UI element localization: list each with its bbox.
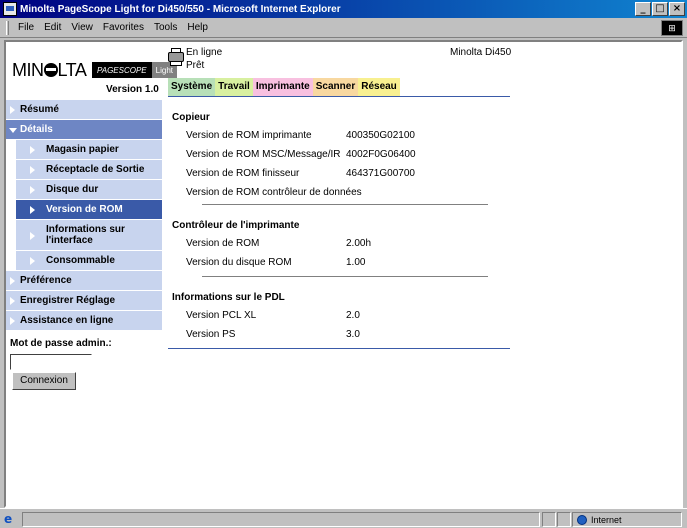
- arrow-right-icon: [30, 146, 35, 154]
- tab-systeme[interactable]: Système: [168, 78, 216, 96]
- row-label: Version de ROM MSC/Message/IR: [186, 149, 341, 160]
- login-button[interactable]: Connexion: [12, 372, 76, 390]
- section-copieur-title: Copieur: [172, 112, 210, 123]
- arrow-right-icon: [10, 297, 15, 305]
- menu-edit[interactable]: Edit: [39, 22, 66, 33]
- arrow-right-icon: [30, 186, 35, 194]
- status-bar: e Internet: [0, 508, 687, 528]
- nav-menu: Résumé Détails Magasin papier Réceptacle…: [6, 100, 162, 331]
- tab-scanner[interactable]: Scanner: [312, 78, 359, 96]
- tab-reseau[interactable]: Réseau: [358, 78, 400, 96]
- arrow-right-icon: [30, 166, 35, 174]
- nav-resume[interactable]: Résumé: [6, 100, 162, 119]
- row-label: Version PCL XL: [186, 310, 257, 321]
- tab-travail[interactable]: Travail: [215, 78, 253, 96]
- title-bar: Minolta PageScope Light for Di450/550 - …: [0, 0, 687, 18]
- row-label: Version du disque ROM: [186, 257, 292, 268]
- menu-view[interactable]: View: [66, 22, 98, 33]
- menu-help[interactable]: Help: [182, 22, 213, 33]
- arrow-right-icon: [30, 206, 35, 214]
- left-panel: MIN LTA PAGESCOPE Light Version 1.0 Résum…: [6, 42, 178, 506]
- nav-informations-interface[interactable]: Informations sur l'interface: [16, 220, 162, 250]
- row-value: 3.0: [346, 329, 360, 340]
- security-zone: Internet: [572, 512, 682, 527]
- menu-file[interactable]: File: [13, 22, 39, 33]
- row-label: Version de ROM imprimante: [186, 130, 312, 141]
- printer-status-icon: [168, 48, 186, 68]
- tab-imprimante[interactable]: Imprimante: [252, 78, 313, 96]
- nav-receptacle-sortie[interactable]: Réceptacle de Sortie: [16, 160, 162, 179]
- row-value: 2.0: [346, 310, 360, 321]
- device-model: Minolta Di450: [450, 47, 512, 58]
- window-title: Minolta PageScope Light for Di450/550 - …: [20, 3, 341, 15]
- nav-consommable[interactable]: Consommable: [16, 251, 162, 270]
- tab-underline: [168, 96, 510, 97]
- row-label: Version de ROM contrôleur de données: [186, 187, 362, 198]
- section-pdl-title: Informations sur le PDL: [172, 292, 285, 303]
- admin-password-label: Mot de passe admin.:: [10, 338, 112, 349]
- nav-assistance-en-ligne[interactable]: Assistance en ligne: [6, 311, 162, 330]
- arrow-right-icon: [10, 317, 15, 325]
- row-label: Version de ROM finisseur: [186, 168, 300, 179]
- status-online: En ligne: [186, 47, 223, 58]
- version-label: Version 1.0: [106, 84, 159, 95]
- ie-window-icon[interactable]: [3, 2, 17, 16]
- pagescope-logo: PAGESCOPE Light: [92, 62, 178, 78]
- section-controleur-title: Contrôleur de l'imprimante: [172, 220, 300, 231]
- row-value: 4002F0G06400: [346, 149, 416, 160]
- row-value: 2.00h: [346, 238, 372, 249]
- arrow-right-icon: [10, 277, 15, 285]
- close-button[interactable]: ×: [669, 2, 685, 16]
- minolta-logo: MIN LTA: [12, 60, 87, 80]
- status-progress-pane: [542, 512, 556, 527]
- browser-content: MIN LTA PAGESCOPE Light Version 1.0 Résum…: [4, 40, 683, 508]
- minimize-button[interactable]: _: [635, 2, 651, 16]
- status-ready: Prêt: [186, 60, 205, 71]
- divider: [202, 204, 488, 205]
- admin-password-input[interactable]: [10, 354, 92, 370]
- nav-disque-dur[interactable]: Disque dur: [16, 180, 162, 199]
- menu-tools[interactable]: Tools: [149, 22, 182, 33]
- menu-bar: File Edit View Favorites Tools Help ⊞: [0, 18, 687, 38]
- nav-details[interactable]: Détails: [6, 120, 162, 139]
- status-lock-pane: [557, 512, 571, 527]
- nav-preference[interactable]: Préférence: [6, 271, 162, 290]
- nav-magasin-papier[interactable]: Magasin papier: [16, 140, 162, 159]
- maximize-button[interactable]: □: [652, 2, 668, 16]
- minolta-o-icon: [43, 63, 58, 77]
- arrow-right-icon: [30, 257, 35, 265]
- window-controls: _ □ ×: [635, 2, 685, 16]
- windows-logo-icon: ⊞: [661, 20, 683, 36]
- globe-icon: [577, 514, 587, 525]
- divider: [202, 276, 488, 277]
- arrow-down-icon: [9, 128, 17, 133]
- row-value: 464371G00700: [346, 168, 415, 179]
- row-value: 400350G02100: [346, 130, 415, 141]
- bottom-divider: [168, 348, 510, 349]
- row-value: 1.00: [346, 257, 366, 268]
- nav-enregistrer-reglage[interactable]: Enregistrer Réglage: [6, 291, 162, 310]
- toolbar-grip[interactable]: [6, 20, 9, 35]
- status-text-pane: [22, 512, 540, 527]
- row-label: Version de ROM: [186, 238, 260, 249]
- row-label: Version PS: [186, 329, 236, 340]
- ie-page-icon: e: [4, 512, 13, 526]
- category-tabs: Système Travail Imprimante Scanner Résea…: [168, 78, 400, 96]
- arrow-right-icon: [30, 232, 35, 240]
- arrow-right-icon: [10, 106, 15, 114]
- nav-version-rom[interactable]: Version de ROM: [16, 200, 162, 219]
- menu-favorites[interactable]: Favorites: [98, 22, 149, 33]
